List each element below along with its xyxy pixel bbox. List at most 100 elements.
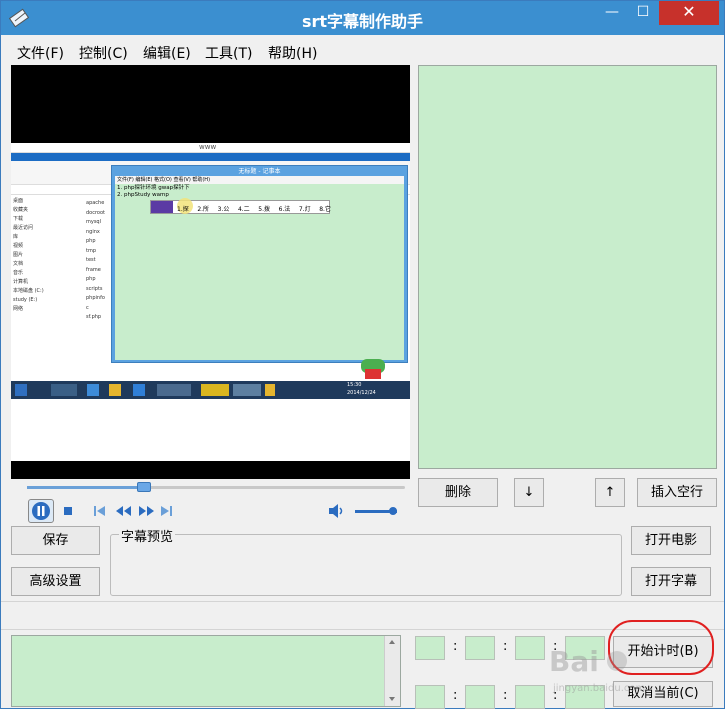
- video-notepad-line2: 2. phpStudy wamp: [117, 192, 169, 198]
- video-ribbon-tabs: [11, 153, 410, 161]
- end-second-field[interactable]: [515, 685, 545, 709]
- end-minute-field[interactable]: [465, 685, 495, 709]
- video-notepad-menu: 文件(F) 编辑(E) 格式(O) 查看(V) 帮助(H): [115, 176, 404, 184]
- video-taskbar-app: [157, 384, 191, 396]
- video-tree-item: 库: [13, 234, 19, 240]
- video-taskbar-app: [51, 384, 77, 396]
- menu-tools[interactable]: 工具(T): [205, 43, 252, 63]
- video-taskbar-app: [233, 384, 261, 396]
- video-ime-candidate: 5.拨: [258, 206, 270, 213]
- video-taskbar-date: 2014/12/24: [347, 390, 376, 396]
- video-ime-candidate: 3.公: [217, 206, 230, 213]
- menu-file[interactable]: 文件(F): [17, 43, 64, 63]
- time-separator: :: [453, 688, 458, 703]
- previous-icon[interactable]: [93, 505, 107, 517]
- move-up-button[interactable]: ↑: [595, 478, 625, 507]
- play-pause-button[interactable]: [28, 499, 54, 523]
- volume-icon[interactable]: [327, 503, 345, 519]
- menu-control[interactable]: 控制(C): [79, 43, 128, 63]
- video-ime-candidate: 2.所: [197, 206, 210, 213]
- video-frame: www 桌面 收藏夹 下载 最近访问库视频 图片 文档 音乐 计算机 本地磁盘 (C:) stud…: [11, 143, 410, 461]
- video-notepad-body: 文件(F) 编辑(E) 格式(O) 查看(V) 帮助(H) 1. php探针环境…: [115, 176, 404, 360]
- video-tree-item: 网络: [13, 306, 24, 312]
- video-ime-candidates: 1.探 2.所 3.公 4.二 5.拨 6.法 7.灯 8.它: [150, 198, 331, 214]
- volume-thumb[interactable]: [389, 507, 397, 515]
- video-nav-tree: 桌面 收藏夹 下载 最近访问库视频 图片 文档 音乐 计算机 本地磁盘 (C:) study (E…: [13, 197, 71, 377]
- seek-thumb[interactable]: [137, 482, 152, 492]
- subtitle-preview-group: 字幕预览: [110, 526, 622, 596]
- video-tree-item: 下载: [13, 216, 24, 222]
- video-mascot-image: [359, 355, 387, 381]
- video-notepad-title: 无标题 - 记事本: [238, 168, 281, 175]
- video-taskbar-app: [265, 384, 275, 396]
- video-tree-item: 计算机: [13, 279, 29, 285]
- video-window-title: www: [199, 143, 217, 151]
- video-taskbar: 15:30 2014/12/24: [11, 381, 410, 399]
- video-tree-item: 桌面: [13, 198, 24, 204]
- scroll-down-icon[interactable]: [385, 694, 399, 704]
- video-ime-logo: [151, 201, 173, 213]
- baidu-watermark: Bai jingyan.baidu.com: [549, 645, 645, 694]
- delete-button[interactable]: 删除: [418, 478, 498, 507]
- start-hour-field[interactable]: [415, 636, 445, 660]
- video-taskbar-app: [201, 384, 229, 396]
- open-movie-button[interactable]: 打开电影: [631, 526, 711, 555]
- video-tree-item: 文档: [13, 261, 24, 267]
- video-ime-candidate: 7.灯: [298, 206, 311, 213]
- save-button[interactable]: 保存: [11, 526, 100, 555]
- video-explorer-titlebar: www: [11, 143, 410, 153]
- svg-text:Bai: Bai: [549, 645, 599, 678]
- video-ime-candidate: 8.它: [319, 206, 331, 213]
- video-notepad-line1: 1. php探针环境 gwap探针下: [117, 185, 190, 191]
- time-separator: :: [453, 639, 458, 654]
- main-window: srt字幕制作助手 — ☐ ✕ 文件(F) 控制(C) 编辑(E) 工具(T) …: [0, 0, 725, 709]
- video-ime-candidate: 6.法: [278, 206, 291, 213]
- start-minute-field[interactable]: [465, 636, 495, 660]
- video-tree-item: 音乐: [13, 270, 24, 276]
- title-bar: srt字幕制作助手 — ☐ ✕: [1, 1, 724, 35]
- video-tree-item: 视频: [13, 243, 24, 249]
- video-tree-item: 最近访问: [13, 225, 34, 231]
- divider: [1, 601, 724, 602]
- fast-forward-icon[interactable]: [137, 505, 155, 517]
- video-notepad: 无标题 - 记事本 文件(F) 编辑(E) 格式(O) 查看(V) 帮助(H) …: [111, 165, 408, 363]
- time-separator: :: [503, 639, 508, 654]
- video-tree-item: 图片: [13, 252, 24, 258]
- seek-track[interactable]: [27, 482, 405, 492]
- menu-bar: 文件(F) 控制(C) 编辑(E) 工具(T) 帮助(H): [1, 35, 724, 63]
- next-icon[interactable]: [159, 505, 173, 517]
- video-taskbar-app: [87, 384, 99, 396]
- player-controls: [11, 479, 410, 525]
- menu-help[interactable]: 帮助(H): [268, 43, 317, 63]
- video-taskbar-clock: 15:30: [347, 382, 362, 388]
- maximize-button[interactable]: ☐: [628, 1, 658, 25]
- video-taskbar-app: [133, 384, 145, 396]
- video-ime-candidate: 4.二: [237, 206, 250, 213]
- pause-icon: [32, 502, 50, 520]
- seek-fill: [27, 486, 145, 489]
- start-second-field[interactable]: [515, 636, 545, 660]
- video-display[interactable]: www 桌面 收藏夹 下载 最近访问库视频 图片 文档 音乐 计算机 本地磁盘 (C:) stud…: [11, 65, 410, 479]
- open-subtitle-button[interactable]: 打开字幕: [631, 567, 711, 596]
- video-taskbar-app: [109, 384, 121, 396]
- end-hour-field[interactable]: [415, 685, 445, 709]
- insert-blank-button[interactable]: 插入空行: [637, 478, 717, 507]
- subtitle-list[interactable]: [418, 65, 717, 469]
- volume-track[interactable]: [355, 507, 397, 515]
- svg-text:jingyan.baidu.com: jingyan.baidu.com: [552, 683, 645, 694]
- input-scrollbar[interactable]: [384, 636, 400, 706]
- move-down-button[interactable]: ↓: [514, 478, 544, 507]
- menu-edit[interactable]: 编辑(E): [143, 43, 191, 63]
- video-tree-item: study (E:): [13, 297, 38, 303]
- scroll-up-icon[interactable]: [385, 637, 399, 647]
- video-ime-candidate: 1.探: [177, 206, 189, 213]
- video-tree-item: 收藏夹: [13, 207, 29, 213]
- subtitle-input[interactable]: [11, 635, 401, 707]
- time-separator: :: [503, 688, 508, 703]
- rewind-icon[interactable]: [115, 505, 133, 517]
- stop-icon[interactable]: [63, 506, 73, 516]
- advanced-settings-button[interactable]: 高级设置: [11, 567, 100, 596]
- close-button[interactable]: ✕: [659, 1, 719, 25]
- minimize-button[interactable]: —: [598, 1, 626, 25]
- subtitle-preview-label: 字幕预览: [119, 526, 176, 545]
